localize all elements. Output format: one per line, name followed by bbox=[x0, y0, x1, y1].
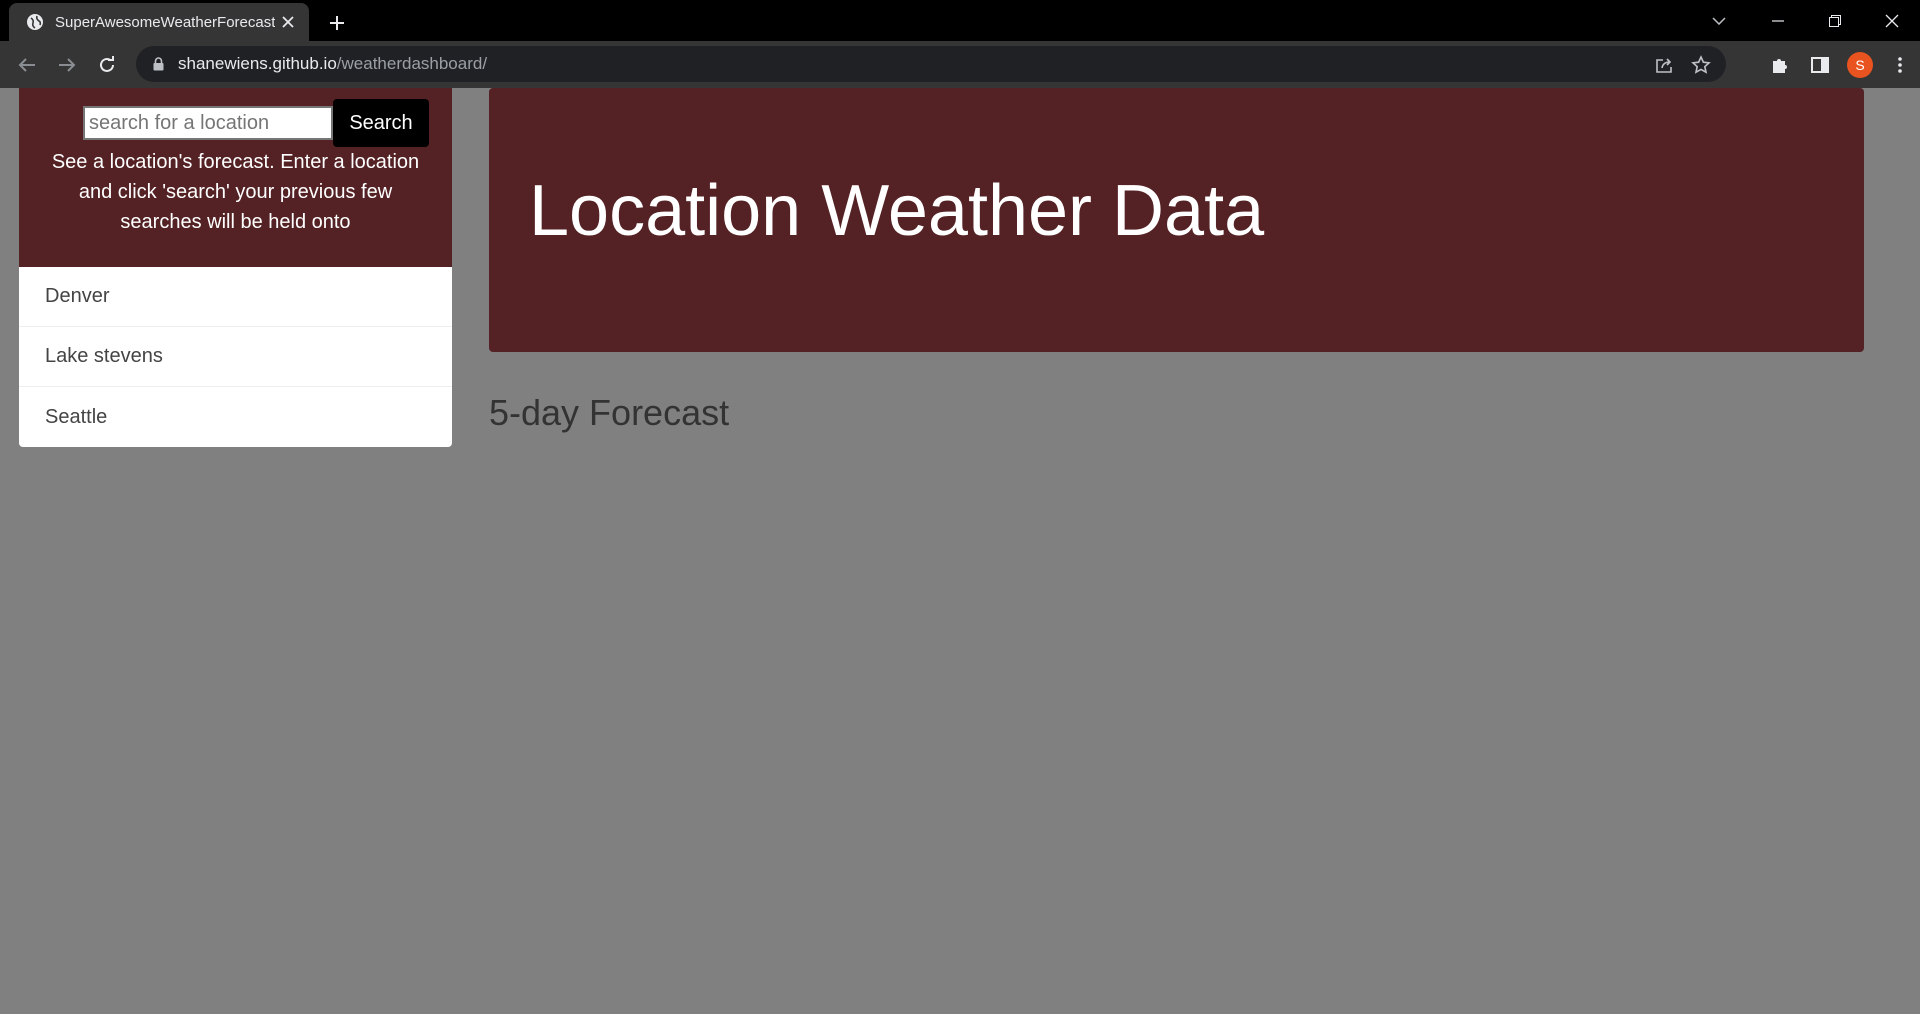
globe-icon bbox=[25, 12, 45, 32]
url-text[interactable]: shanewiens.github.io/weatherdashboard/ bbox=[178, 54, 487, 74]
current-weather-panel: Location Weather Data bbox=[489, 88, 1864, 352]
reload-icon[interactable] bbox=[91, 49, 123, 81]
browser-tab-bar: SuperAwesomeWeatherForecast! bbox=[0, 0, 1920, 41]
address-bar-actions bbox=[1650, 50, 1716, 80]
url-host: shanewiens.github.io bbox=[178, 54, 337, 73]
tab-search-chevron-icon[interactable] bbox=[1698, 0, 1740, 41]
search-row: Search bbox=[83, 99, 429, 147]
history-item-denver[interactable]: Denver bbox=[19, 267, 452, 327]
page-content: Search See a location's forecast. Enter … bbox=[0, 88, 1920, 1014]
browser-tab[interactable]: SuperAwesomeWeatherForecast! bbox=[9, 3, 309, 41]
lock-icon[interactable] bbox=[150, 56, 166, 72]
search-input[interactable] bbox=[83, 106, 333, 140]
toolbar-actions: S bbox=[1760, 48, 1920, 82]
search-instructions: See a location's forecast. Enter a locat… bbox=[51, 151, 420, 233]
close-tab-icon[interactable] bbox=[275, 9, 301, 35]
avatar: S bbox=[1847, 52, 1873, 78]
back-arrow-icon[interactable] bbox=[11, 49, 43, 81]
search-history-list: Denver Lake stevens Seattle bbox=[19, 267, 452, 447]
tab-title: SuperAwesomeWeatherForecast! bbox=[55, 13, 275, 31]
url-path: /weatherdashboard/ bbox=[336, 54, 488, 73]
side-panel-icon[interactable] bbox=[1800, 48, 1840, 82]
close-window-icon[interactable] bbox=[1863, 0, 1920, 41]
restore-icon[interactable] bbox=[1806, 0, 1863, 41]
forecast-heading: 5-day Forecast bbox=[489, 392, 730, 433]
address-bar[interactable]: shanewiens.github.io/weatherdashboard/ bbox=[136, 46, 1726, 82]
menu-kebab-icon[interactable] bbox=[1880, 48, 1920, 82]
forward-arrow-icon[interactable] bbox=[51, 49, 83, 81]
search-panel: Search See a location's forecast. Enter … bbox=[19, 88, 452, 267]
history-item-lake-stevens[interactable]: Lake stevens bbox=[19, 327, 452, 387]
browser-toolbar: shanewiens.github.io/weatherdashboard/ S bbox=[0, 41, 1920, 88]
minimize-icon[interactable] bbox=[1749, 0, 1806, 41]
bookmark-star-icon[interactable] bbox=[1686, 50, 1716, 80]
profile-avatar[interactable]: S bbox=[1840, 48, 1880, 82]
new-tab-button[interactable] bbox=[322, 8, 352, 38]
share-icon[interactable] bbox=[1650, 50, 1680, 80]
window-controls bbox=[1749, 0, 1920, 41]
search-button[interactable]: Search bbox=[333, 99, 429, 147]
extensions-puzzle-icon[interactable] bbox=[1760, 48, 1800, 82]
page-title: Location Weather Data bbox=[529, 171, 1265, 251]
history-item-seattle[interactable]: Seattle bbox=[19, 387, 452, 447]
